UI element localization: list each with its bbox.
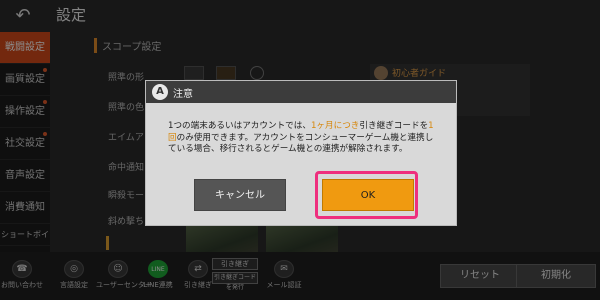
- highlight-text: 1ヶ月につき: [310, 121, 360, 131]
- dialog-message: 1つの端末あるいはアカウントでは、1ヶ月につき引き継ぎコードを1回のみ使用できま…: [168, 121, 438, 156]
- message-text: 1つの端末あるいはアカウントでは、: [168, 121, 311, 131]
- message-text: のみ使用できます。アカウントをコンシューマーゲーム機と連携している場合、移行され…: [168, 132, 434, 155]
- game-logo-icon: A: [152, 84, 168, 100]
- message-text: 引き継ぎコードを: [359, 121, 429, 131]
- cancel-button[interactable]: キャンセル: [194, 179, 286, 211]
- dialog-header: A 注意: [146, 81, 456, 103]
- ok-highlight-frame: [315, 171, 418, 219]
- dialog-title: 注意: [173, 89, 193, 100]
